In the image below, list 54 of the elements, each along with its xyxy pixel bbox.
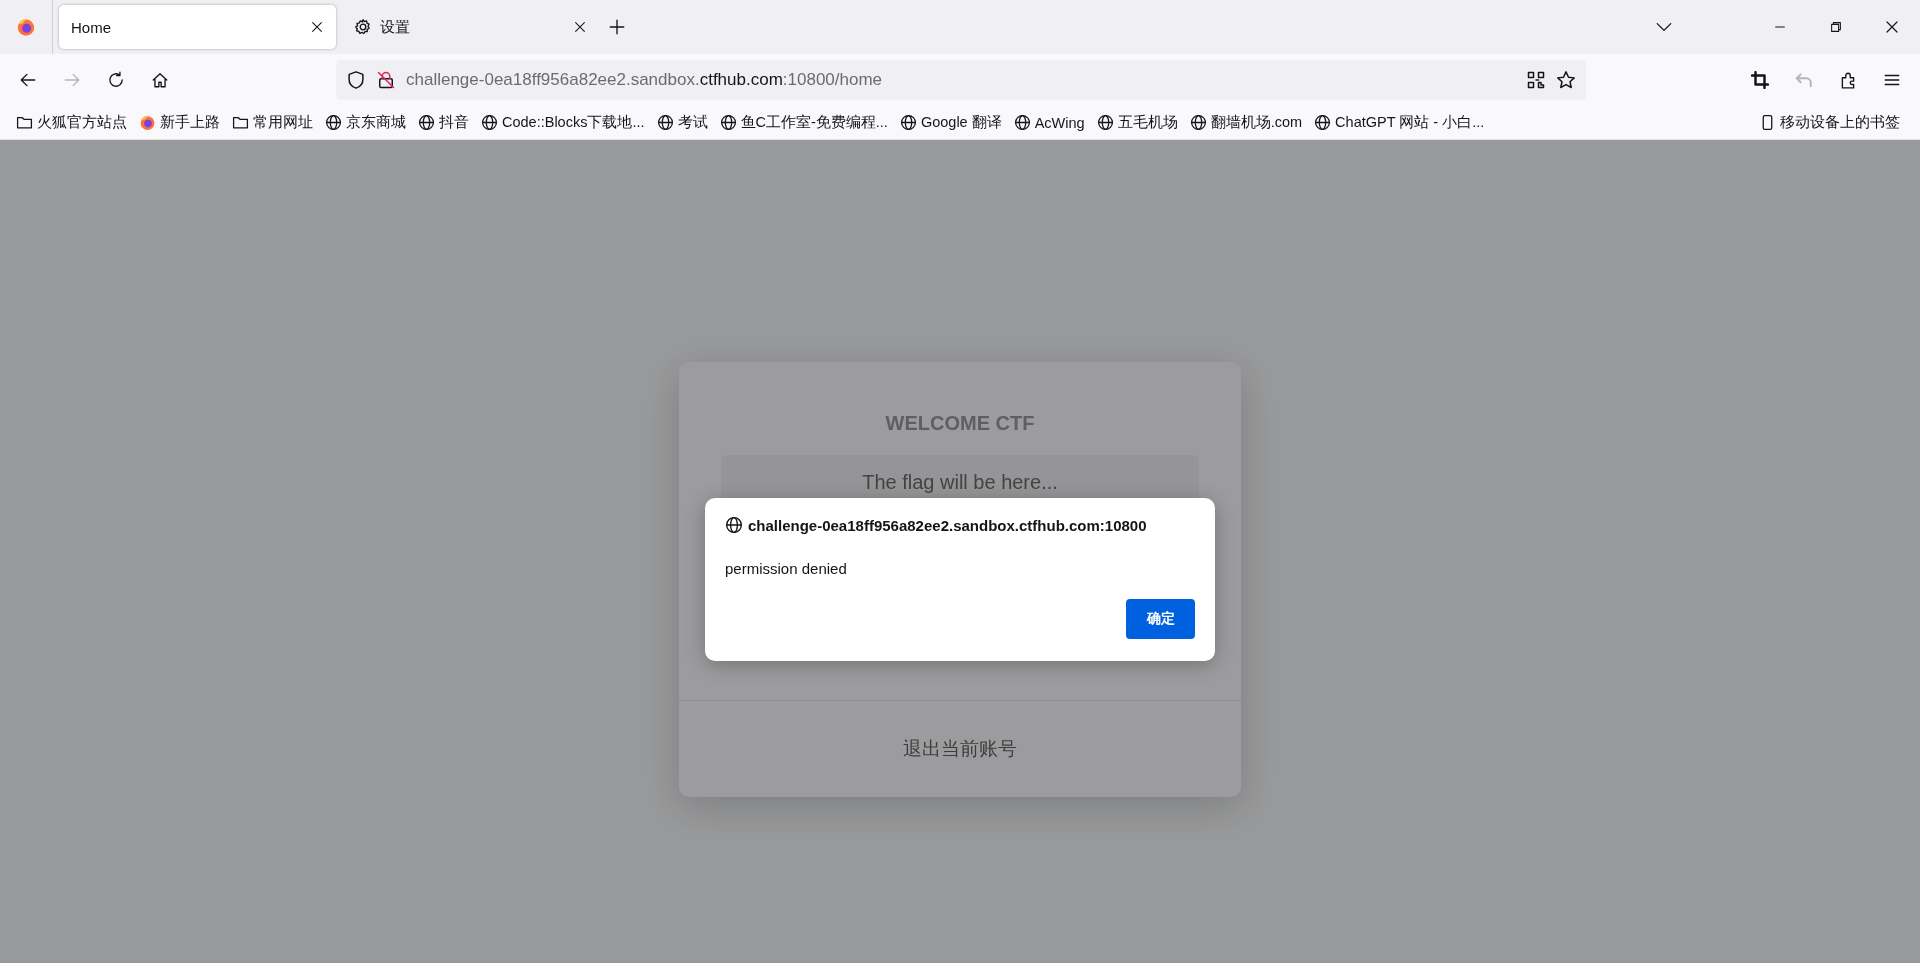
- bookmark-item[interactable]: AcWing: [1009, 114, 1093, 131]
- crop-icon: [1751, 71, 1769, 89]
- forward-icon: [63, 71, 81, 89]
- gear-icon: [354, 18, 372, 36]
- bookmark-item[interactable]: 鱼C工作室-免费编程...: [715, 113, 896, 132]
- undo-icon: [1795, 71, 1813, 89]
- bookmark-item[interactable]: Code::Blocks下载地...: [477, 113, 653, 132]
- firefox-icon: [16, 17, 36, 37]
- puzzle-icon: [1839, 71, 1857, 89]
- globe-icon: [1096, 114, 1114, 131]
- restore-icon: [1829, 20, 1843, 34]
- bookmark-item[interactable]: 新手上路: [135, 113, 228, 132]
- close-icon: [310, 20, 324, 34]
- mobile-bookmarks-item[interactable]: 移动设备上的书签: [1755, 113, 1908, 132]
- bookmark-item[interactable]: 抖音: [414, 113, 477, 132]
- folder-icon: [16, 114, 33, 131]
- card-title: WELCOME CTF: [885, 412, 1035, 435]
- bookmark-item[interactable]: 五毛机场: [1092, 113, 1186, 132]
- dialog-message: permission denied: [725, 560, 848, 577]
- bookmark-item[interactable]: 翻墙机场.com: [1185, 113, 1311, 132]
- firefox-icon: [139, 114, 156, 131]
- bookmark-item[interactable]: Google 翻译: [895, 113, 1010, 132]
- plus-icon: [608, 18, 626, 36]
- reload-icon: [107, 71, 125, 89]
- globe-icon: [481, 114, 498, 131]
- bookmark-item[interactable]: ChatGPT 网站 - 小白...: [1310, 113, 1493, 132]
- globe-icon: [1189, 114, 1207, 131]
- globe-icon: [1314, 114, 1332, 131]
- bookmark-item[interactable]: 京东商城: [321, 113, 414, 132]
- close-icon: [1884, 19, 1900, 35]
- globe-icon: [1013, 114, 1031, 131]
- close-icon: [573, 20, 587, 34]
- logout-button[interactable]: 退出当前账号: [897, 735, 1023, 763]
- globe-icon: [656, 114, 674, 131]
- ok-button[interactable]: 确定: [1126, 599, 1195, 639]
- qr-code-icon: [1526, 70, 1546, 90]
- lock-slash-icon: [376, 70, 396, 90]
- address-bar[interactable]: challenge-0ea18ff956a82ee2.sandbox.ctfhub.com:10800/home: [336, 60, 1586, 100]
- globe-icon: [899, 114, 917, 131]
- browser-tab[interactable]: Home: [59, 5, 336, 49]
- globe-icon: [719, 114, 737, 131]
- bookmark-item[interactable]: 常用网址: [228, 113, 321, 132]
- back-icon: [19, 71, 37, 89]
- home-icon: [151, 71, 169, 89]
- bookmark-item[interactable]: 考试: [652, 113, 716, 132]
- globe-icon: [325, 114, 342, 131]
- star-icon: [1556, 70, 1576, 90]
- dialog-origin: challenge-0ea18ff956a82ee2.sandbox.ctfhub.com:10800: [748, 516, 1147, 534]
- globe-icon: [418, 114, 435, 131]
- globe-icon: [725, 516, 743, 534]
- folder-icon: [232, 114, 249, 131]
- shield-icon: [346, 70, 366, 90]
- bookmark-item[interactable]: 火狐官方站点: [12, 113, 135, 132]
- browser-tab[interactable]: 设置: [342, 5, 599, 49]
